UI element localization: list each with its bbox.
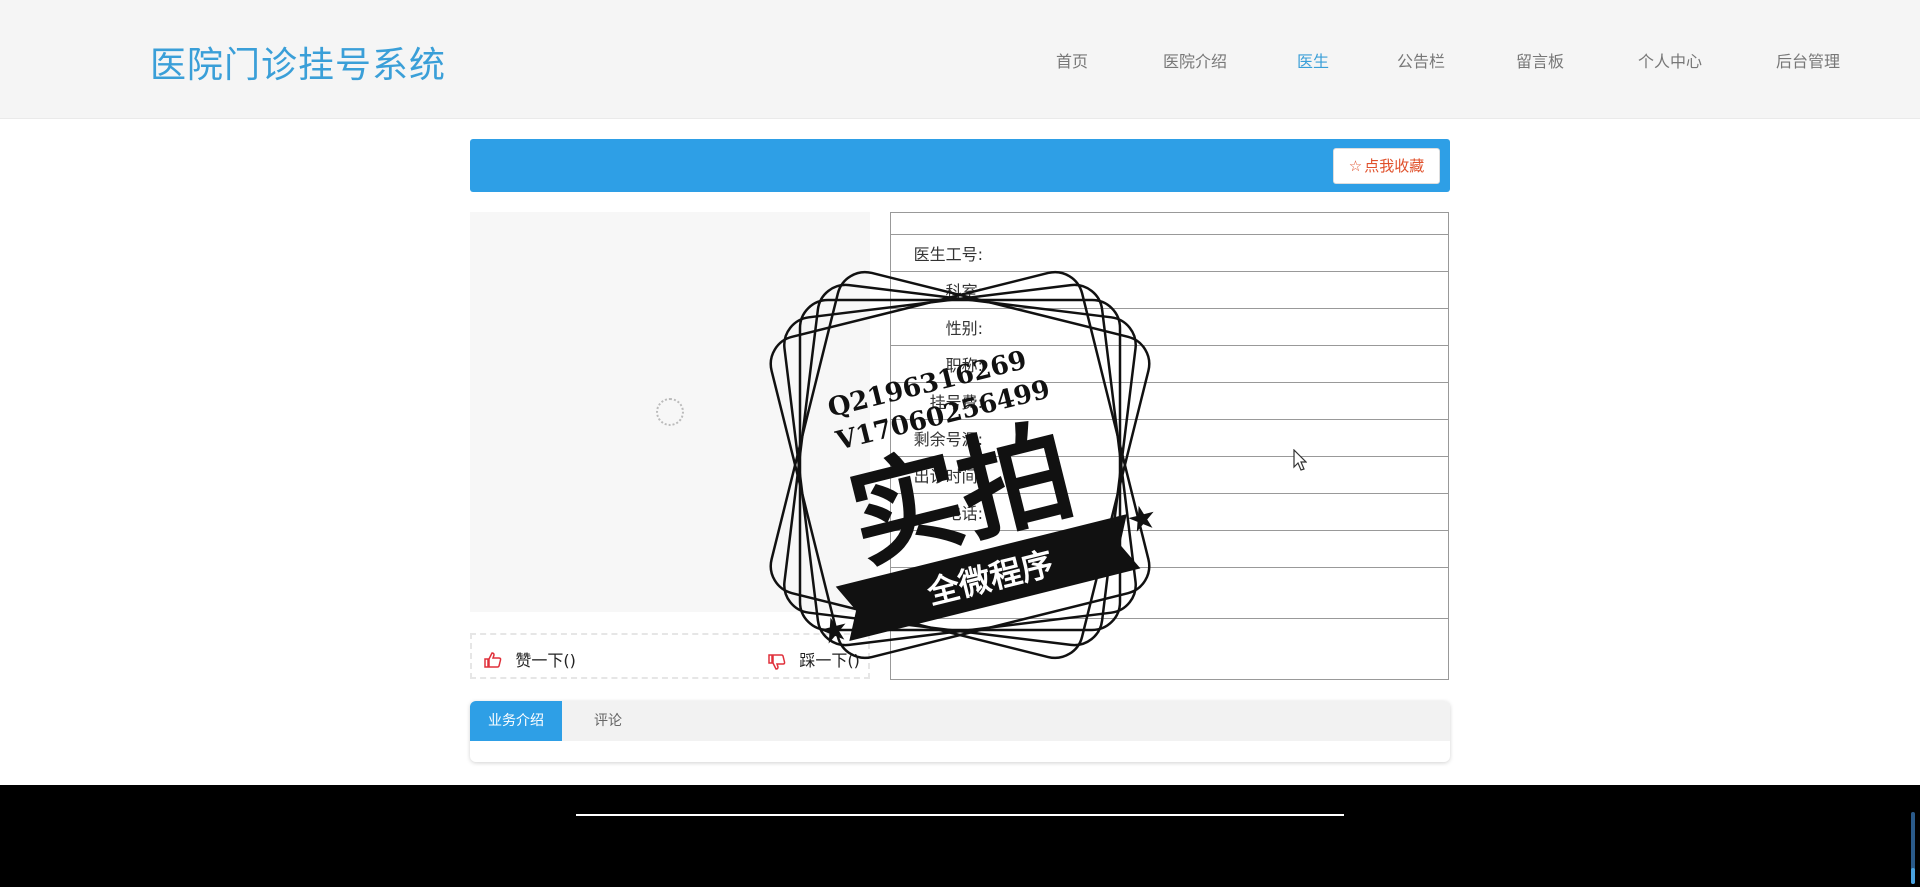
nav-message-board[interactable]: 留言板 bbox=[1516, 48, 1564, 72]
like-button[interactable]: 赞一下() bbox=[484, 647, 576, 671]
footer-divider bbox=[576, 814, 1344, 816]
footer bbox=[0, 785, 1920, 887]
detail-banner: ☆ 点我收藏 bbox=[470, 139, 1450, 192]
favorite-label: 点我收藏 bbox=[1364, 157, 1425, 175]
nav-home[interactable]: 首页 bbox=[1056, 48, 1088, 72]
thumbs-up-icon bbox=[484, 651, 507, 671]
scroll-handle-icon[interactable] bbox=[1910, 812, 1916, 884]
favorite-button[interactable]: ☆ 点我收藏 bbox=[1333, 148, 1440, 184]
star-outline-icon: ☆ bbox=[1348, 157, 1363, 175]
tab-comments[interactable]: 评论 bbox=[562, 701, 654, 741]
main-nav: 首页 医院介绍 医生 公告栏 留言板 个人中心 后台管理 bbox=[0, 48, 1920, 72]
nav-doctors[interactable]: 医生 bbox=[1297, 48, 1329, 72]
tab-strip: 业务介绍 评论 bbox=[470, 701, 1450, 741]
loading-spinner-icon bbox=[656, 398, 684, 426]
nav-personal-center[interactable]: 个人中心 bbox=[1638, 48, 1702, 72]
watermark-stamp: Q2196316269 V17060256499 实拍 全微程序 ★ ★ bbox=[750, 255, 1170, 675]
nav-hospital-intro[interactable]: 医院介绍 bbox=[1163, 48, 1227, 72]
nav-notice-board[interactable]: 公告栏 bbox=[1397, 48, 1445, 72]
info-row-blank bbox=[891, 213, 1448, 235]
tabs-panel: 业务介绍 评论 bbox=[470, 701, 1450, 762]
like-label: 赞一下() bbox=[515, 651, 576, 670]
tab-business-intro[interactable]: 业务介绍 bbox=[470, 701, 562, 741]
mouse-cursor-icon bbox=[1293, 448, 1308, 471]
header: 医院门诊挂号系统 首页 医院介绍 医生 公告栏 留言板 个人中心 后台管理 bbox=[0, 0, 1920, 119]
nav-admin[interactable]: 后台管理 bbox=[1776, 48, 1840, 72]
